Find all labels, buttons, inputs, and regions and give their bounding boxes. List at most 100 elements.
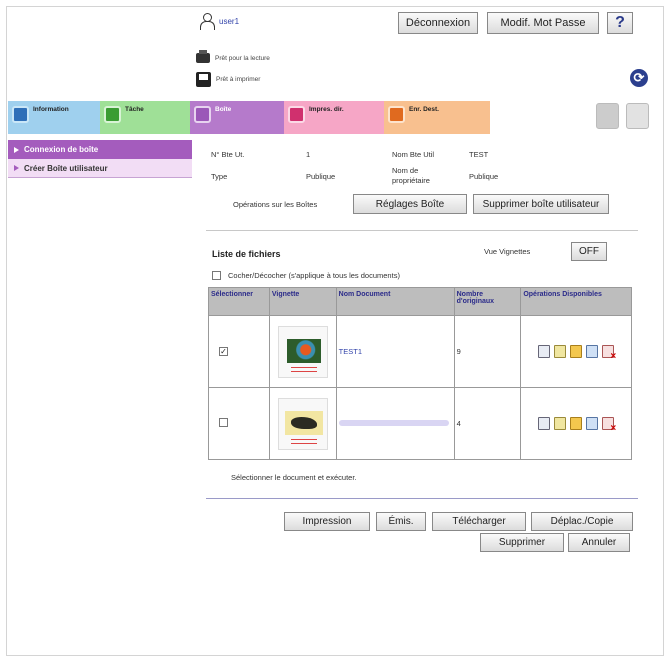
sidebar-item-box-login[interactable]: Connexion de boîte <box>8 140 192 159</box>
document-detail-icon[interactable] <box>538 345 551 358</box>
delete-icon[interactable] <box>602 417 616 434</box>
box-name-value: TEST <box>469 150 489 159</box>
thumbnail-view-label: Vue Vignettes <box>484 247 531 256</box>
status-print: Prêt à imprimer <box>196 72 260 87</box>
cancel-button[interactable]: Annuler <box>568 533 630 552</box>
thumbnail-cell <box>268 387 337 460</box>
printer-icon <box>196 72 211 87</box>
change-password-button[interactable]: Modif. Mot Passe <box>487 12 599 34</box>
tab-direct-print[interactable]: Impres. dir. <box>284 101 384 134</box>
send-button[interactable]: Émis. <box>376 512 426 531</box>
move-icon[interactable] <box>570 345 583 358</box>
thumbnail-line <box>290 438 317 440</box>
thumbnail-toggle-button[interactable]: OFF <box>571 242 607 261</box>
document-name-cell <box>335 387 455 460</box>
file-list-title: Liste de fichiers <box>212 249 281 259</box>
select-cell: ✓ <box>208 315 270 388</box>
tab-label: Information <box>33 106 69 113</box>
customize-tab-icon[interactable] <box>626 103 649 129</box>
document-detail-icon[interactable] <box>538 417 551 430</box>
owner-label: Nom de propriétaire <box>392 166 430 185</box>
column-header: Nom Document <box>335 287 455 316</box>
box-name-label: Nom Bte Util <box>392 150 435 159</box>
tab-label: Boîte <box>215 106 232 113</box>
refresh-icon[interactable]: ⟳ <box>630 69 648 87</box>
download-button[interactable]: Télécharger <box>432 512 526 531</box>
document-thumbnail[interactable] <box>277 325 328 378</box>
status-print-text: Prêt à imprimer <box>216 76 261 83</box>
document-name-link[interactable]: TEST1 <box>339 347 362 356</box>
sidebar-item-label: Connexion de boîte <box>24 145 99 154</box>
box-number-value: 1 <box>306 150 311 159</box>
divider <box>206 230 638 231</box>
thumbnail-line <box>290 442 317 444</box>
user-name: user1 <box>219 17 240 26</box>
box-number-label: N° Bte Ut. <box>211 150 245 159</box>
tab-task[interactable]: Tâche <box>100 101 190 134</box>
delete-icon[interactable] <box>602 345 616 362</box>
tab-box[interactable]: Boîte <box>190 101 284 134</box>
table-row[interactable]: 4 <box>208 387 632 460</box>
thumbnail-image <box>286 338 321 363</box>
column-header: Vignette <box>268 287 337 316</box>
file-table: Sélectionner Vignette Nom Document Nombr… <box>208 287 632 460</box>
box-settings-button[interactable]: Réglages Boîte <box>353 194 467 214</box>
thumbnail-image <box>284 410 323 435</box>
select-cell <box>208 387 270 460</box>
column-header: Opérations Disponibles <box>520 287 632 316</box>
main-tabs: Information Tâche Boîte Impres. dir. Enr… <box>8 101 490 134</box>
edit-name-icon[interactable] <box>554 345 567 358</box>
help-button[interactable]: ? <box>607 12 633 34</box>
column-header: Sélectionner <box>208 287 270 316</box>
document-thumbnail[interactable] <box>277 397 328 450</box>
information-icon <box>12 106 29 123</box>
user-info: user1 <box>200 13 239 30</box>
scanner-icon <box>196 50 210 63</box>
settings-tab-icon[interactable] <box>596 103 619 129</box>
triangle-right-icon <box>14 165 19 171</box>
original-count-cell: 4 <box>453 387 522 460</box>
triangle-right-icon <box>14 146 19 153</box>
copy-icon[interactable] <box>586 345 599 358</box>
redacted-document-name[interactable] <box>338 420 449 426</box>
status-read-text: Prêt pour la lecture <box>215 54 270 62</box>
edit-name-icon[interactable] <box>554 417 567 430</box>
user-icon <box>200 13 215 30</box>
delete-user-box-button[interactable]: Supprimer boîte utilisateur <box>473 194 609 214</box>
sidebar-item-label: Créer Boîte utilisateur <box>24 163 108 173</box>
move-icon[interactable] <box>570 417 583 430</box>
logout-button[interactable]: Déconnexion <box>398 12 478 34</box>
copy-icon[interactable] <box>586 417 599 430</box>
operations-cell <box>520 315 632 388</box>
selection-hint: Sélectionner le document et exécuter. <box>231 473 357 482</box>
tab-label: Impres. dir. <box>309 106 344 113</box>
direct-print-icon <box>288 106 305 123</box>
thumbnail-line <box>290 370 317 372</box>
tab-label: Tâche <box>125 106 144 113</box>
delete-button[interactable]: Supprimer <box>480 533 564 552</box>
operations-cell <box>520 387 632 460</box>
tab-store-destination[interactable]: Enr. Dest. <box>384 101 490 134</box>
divider <box>206 498 638 499</box>
print-button[interactable]: Impression <box>284 512 370 531</box>
thumbnail-cell <box>268 315 337 388</box>
tab-information[interactable]: Information <box>8 101 100 134</box>
type-label: Type <box>211 172 228 181</box>
type-value: Publique <box>306 172 336 181</box>
row-checkbox[interactable] <box>219 418 228 427</box>
sidebar: Connexion de boîte Créer Boîte utilisate… <box>8 140 192 178</box>
table-row[interactable]: ✓ TEST1 9 <box>208 315 632 388</box>
owner-value: Publique <box>469 172 499 181</box>
table-header-row: Sélectionner Vignette Nom Document Nombr… <box>208 287 632 316</box>
original-count-cell: 9 <box>453 315 522 388</box>
select-all-checkbox[interactable] <box>212 271 221 280</box>
tab-label: Enr. Dest. <box>409 106 439 113</box>
move-copy-button[interactable]: Déplac./Copie <box>531 512 633 531</box>
row-checkbox[interactable]: ✓ <box>219 347 228 356</box>
box-icon <box>194 106 211 123</box>
task-icon <box>104 106 121 123</box>
thumbnail-line <box>290 366 317 368</box>
box-operations-label: Opérations sur les Boîtes <box>233 200 318 209</box>
sidebar-item-create-box[interactable]: Créer Boîte utilisateur <box>8 159 192 178</box>
column-header: Nombre d'originaux <box>453 287 522 316</box>
